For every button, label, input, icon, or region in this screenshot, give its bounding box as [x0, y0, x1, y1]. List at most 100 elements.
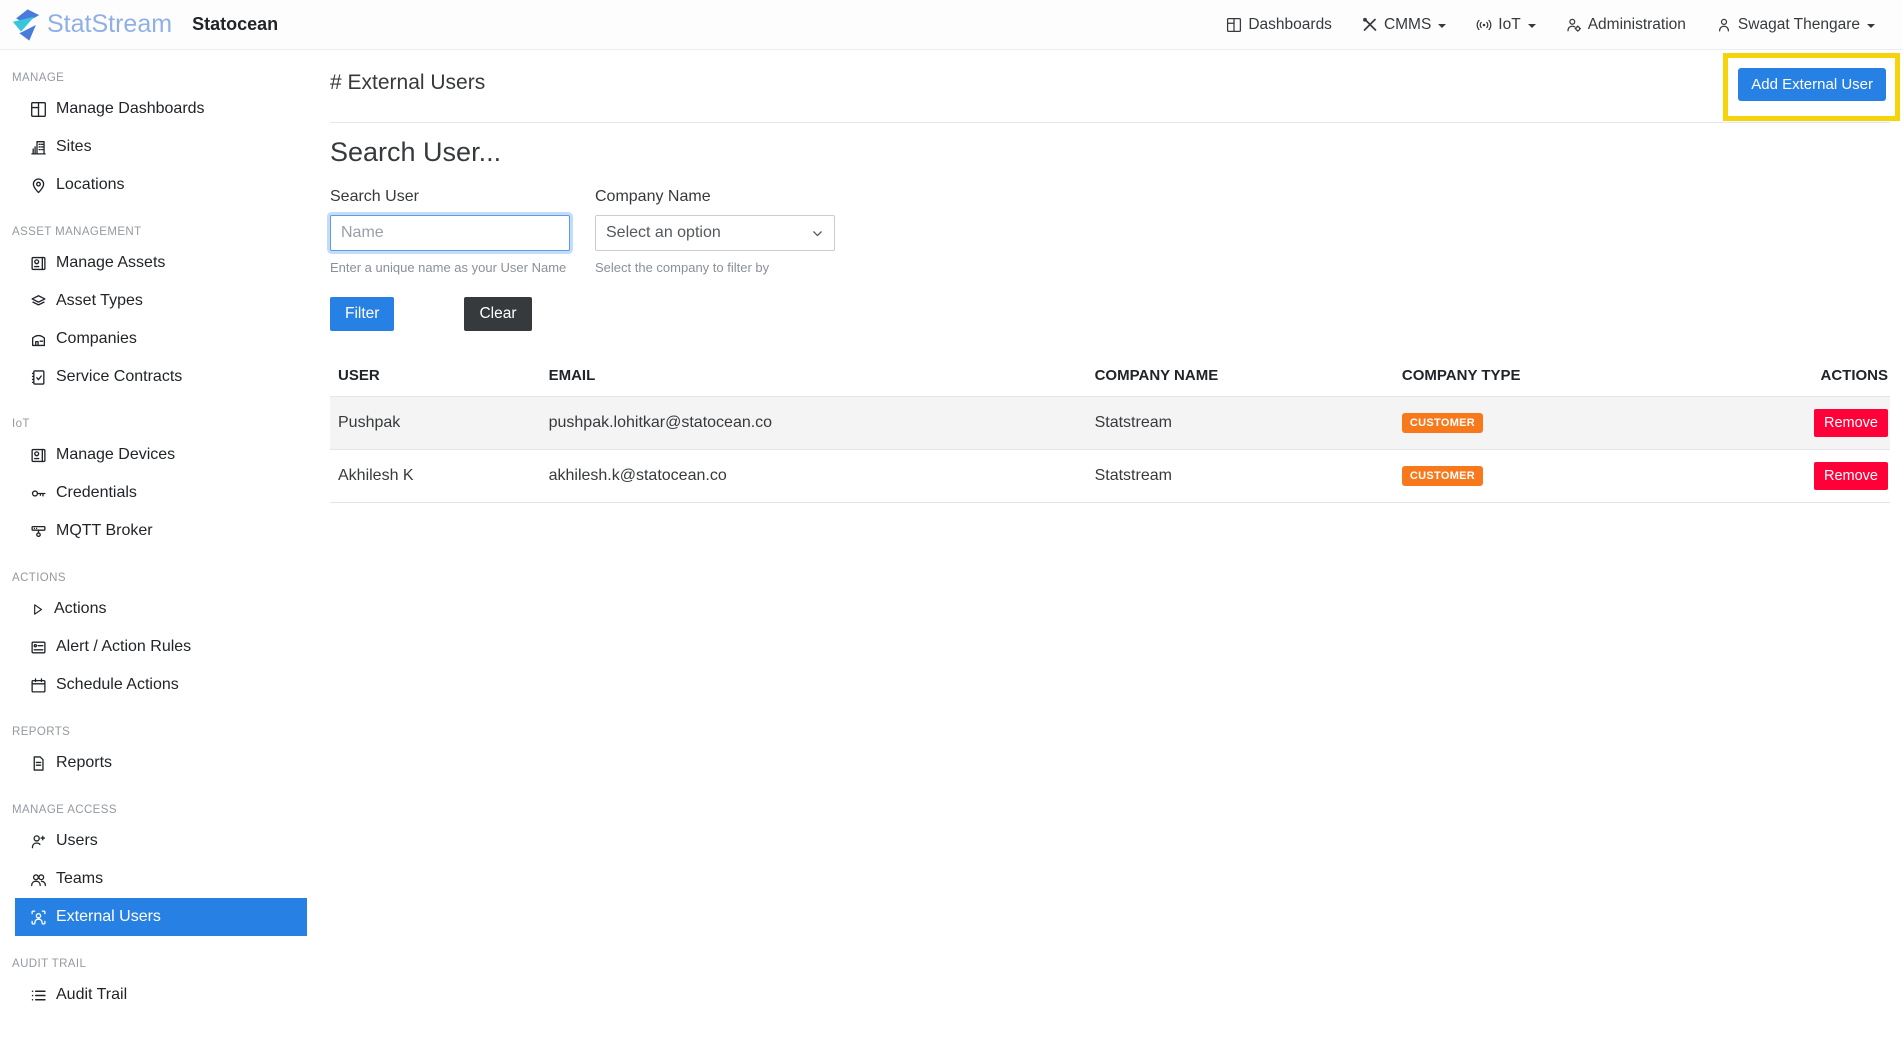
cell-user: Akhilesh K — [330, 450, 541, 503]
cell-actions: Remove — [1789, 450, 1890, 503]
rules-icon — [30, 639, 47, 656]
nav-dashboards[interactable]: Dashboards — [1226, 16, 1332, 34]
nav-administration[interactable]: Administration — [1566, 16, 1686, 34]
nav-iot[interactable]: IoT — [1476, 16, 1535, 34]
company-select[interactable]: Select an option — [595, 215, 835, 251]
building-icon — [30, 139, 47, 156]
calendar-icon — [30, 677, 47, 694]
header-divider — [330, 122, 1890, 123]
dashboards-icon — [1226, 17, 1242, 33]
logo-text[interactable]: StatStream — [47, 10, 172, 39]
user-plus-icon — [30, 833, 47, 850]
list-icon — [30, 987, 47, 1004]
col-header-user: USER — [330, 361, 541, 397]
cell-company-type: CUSTOMER — [1394, 450, 1789, 503]
filter-button[interactable]: Filter — [330, 297, 394, 331]
nav-user-menu[interactable]: Swagat Thengare — [1716, 16, 1875, 34]
sidebar-item-label: Sites — [56, 138, 92, 156]
admin-user-icon — [1566, 17, 1582, 33]
cell-user: Pushpak — [330, 397, 541, 450]
cell-email: akhilesh.k@statocean.co — [541, 450, 1087, 503]
sidebar-section-audit-trail: AUDIT TRAIL — [12, 958, 307, 970]
sidebar-item-label: Alert / Action Rules — [56, 638, 191, 656]
chevron-down-icon — [1438, 24, 1446, 28]
sidebar-item-external-users[interactable]: External Users — [15, 898, 307, 936]
sidebar-item-label: Companies — [56, 330, 137, 348]
search-heading: Search User... — [330, 137, 1890, 168]
table-header-row: USER EMAIL COMPANY NAME COMPANY TYPE ACT… — [330, 361, 1890, 397]
tools-icon — [1362, 17, 1378, 33]
statstream-logo-icon — [12, 8, 40, 42]
company-name-label: Company Name — [595, 188, 835, 206]
sidebar-item-credentials[interactable]: Credentials — [15, 474, 307, 512]
nav-label: Administration — [1588, 16, 1686, 34]
sidebar-item-users[interactable]: Users — [15, 822, 307, 860]
grid-icon — [30, 101, 47, 118]
col-header-company-name: COMPANY NAME — [1087, 361, 1394, 397]
annotation-highlight-box: Add External User — [1723, 53, 1900, 121]
sidebar-item-manage-dashboards[interactable]: Manage Dashboards — [15, 90, 307, 128]
sidebar-section-manage: MANAGE — [12, 72, 307, 84]
sidebar-section-actions: ACTIONS — [12, 572, 307, 584]
sidebar-item-mqtt-broker[interactable]: MQTT Broker — [15, 512, 307, 550]
sidebar-item-reports[interactable]: Reports — [15, 744, 307, 782]
table-row: Pushpak pushpak.lohitkar@statocean.co St… — [330, 397, 1890, 450]
play-icon — [30, 602, 45, 617]
sidebar-item-service-contracts[interactable]: Service Contracts — [15, 358, 307, 396]
nav-label: CMMS — [1384, 16, 1431, 34]
sidebar-item-label: Schedule Actions — [56, 676, 179, 694]
sidebar-item-label: External Users — [56, 908, 161, 926]
customer-badge: CUSTOMER — [1402, 466, 1483, 486]
chevron-down-icon — [1528, 24, 1536, 28]
brand: StatStream Statocean — [12, 8, 278, 42]
sidebar-item-manage-assets[interactable]: Manage Assets — [15, 244, 307, 282]
sidebar-item-label: Manage Devices — [56, 446, 175, 464]
add-external-user-button[interactable]: Add External User — [1738, 68, 1886, 101]
contract-icon — [30, 369, 47, 386]
sidebar-item-locations[interactable]: Locations — [15, 166, 307, 204]
main-content: # External Users Add External User Searc… — [307, 50, 1903, 1038]
col-header-company-type: COMPANY TYPE — [1394, 361, 1789, 397]
sidebar-item-companies[interactable]: Companies — [15, 320, 307, 358]
topbar: StatStream Statocean Dashboards CMMS IoT — [0, 0, 1903, 50]
sidebar-item-label: Reports — [56, 754, 112, 772]
sidebar-item-schedule-actions[interactable]: Schedule Actions — [15, 666, 307, 704]
company-icon — [30, 331, 47, 348]
chevron-down-icon — [1867, 24, 1875, 28]
sidebar-item-alert-action-rules[interactable]: Alert / Action Rules — [15, 628, 307, 666]
nav-cmms[interactable]: CMMS — [1362, 16, 1446, 34]
sidebar-item-label: Audit Trail — [56, 986, 127, 1004]
sidebar-item-label: Users — [56, 832, 98, 850]
sidebar-item-label: Asset Types — [56, 292, 143, 310]
sidebar-item-label: Manage Dashboards — [56, 100, 205, 118]
map-pin-icon — [30, 177, 47, 194]
app-name: Statocean — [192, 14, 278, 35]
sidebar-item-label: Teams — [56, 870, 103, 888]
company-select-help: Select the company to filter by — [595, 260, 835, 275]
sidebar-item-sites[interactable]: Sites — [15, 128, 307, 166]
chevron-down-icon — [811, 227, 824, 240]
sidebar-section-iot: IoT — [12, 418, 307, 430]
sidebar-item-asset-types[interactable]: Asset Types — [15, 282, 307, 320]
sidebar-item-actions[interactable]: Actions — [15, 590, 307, 628]
search-user-input[interactable] — [330, 215, 570, 251]
sidebar-section-reports: REPORTS — [12, 726, 307, 738]
clear-button[interactable]: Clear — [464, 297, 531, 331]
company-name-group: Company Name Select an option Select the… — [595, 188, 835, 275]
nav-label: Swagat Thengare — [1738, 16, 1860, 34]
external-users-table: USER EMAIL COMPANY NAME COMPANY TYPE ACT… — [330, 361, 1890, 503]
sidebar-item-audit-trail[interactable]: Audit Trail — [15, 976, 307, 1014]
report-icon — [30, 755, 47, 772]
remove-button[interactable]: Remove — [1814, 462, 1888, 490]
sidebar-item-manage-devices[interactable]: Manage Devices — [15, 436, 307, 474]
remove-button[interactable]: Remove — [1814, 409, 1888, 437]
sidebar-item-label: Actions — [54, 600, 106, 618]
search-user-group: Search User Enter a unique name as your … — [330, 188, 570, 275]
page-title: # External Users — [330, 64, 1890, 95]
search-user-help: Enter a unique name as your User Name — [330, 260, 570, 275]
sidebar: MANAGE Manage Dashboards Sites Locations… — [0, 50, 307, 1038]
sidebar-item-teams[interactable]: Teams — [15, 860, 307, 898]
page-header: # External Users Add External User — [330, 64, 1890, 110]
layers-icon — [30, 293, 47, 310]
sidebar-item-label: Locations — [56, 176, 125, 194]
